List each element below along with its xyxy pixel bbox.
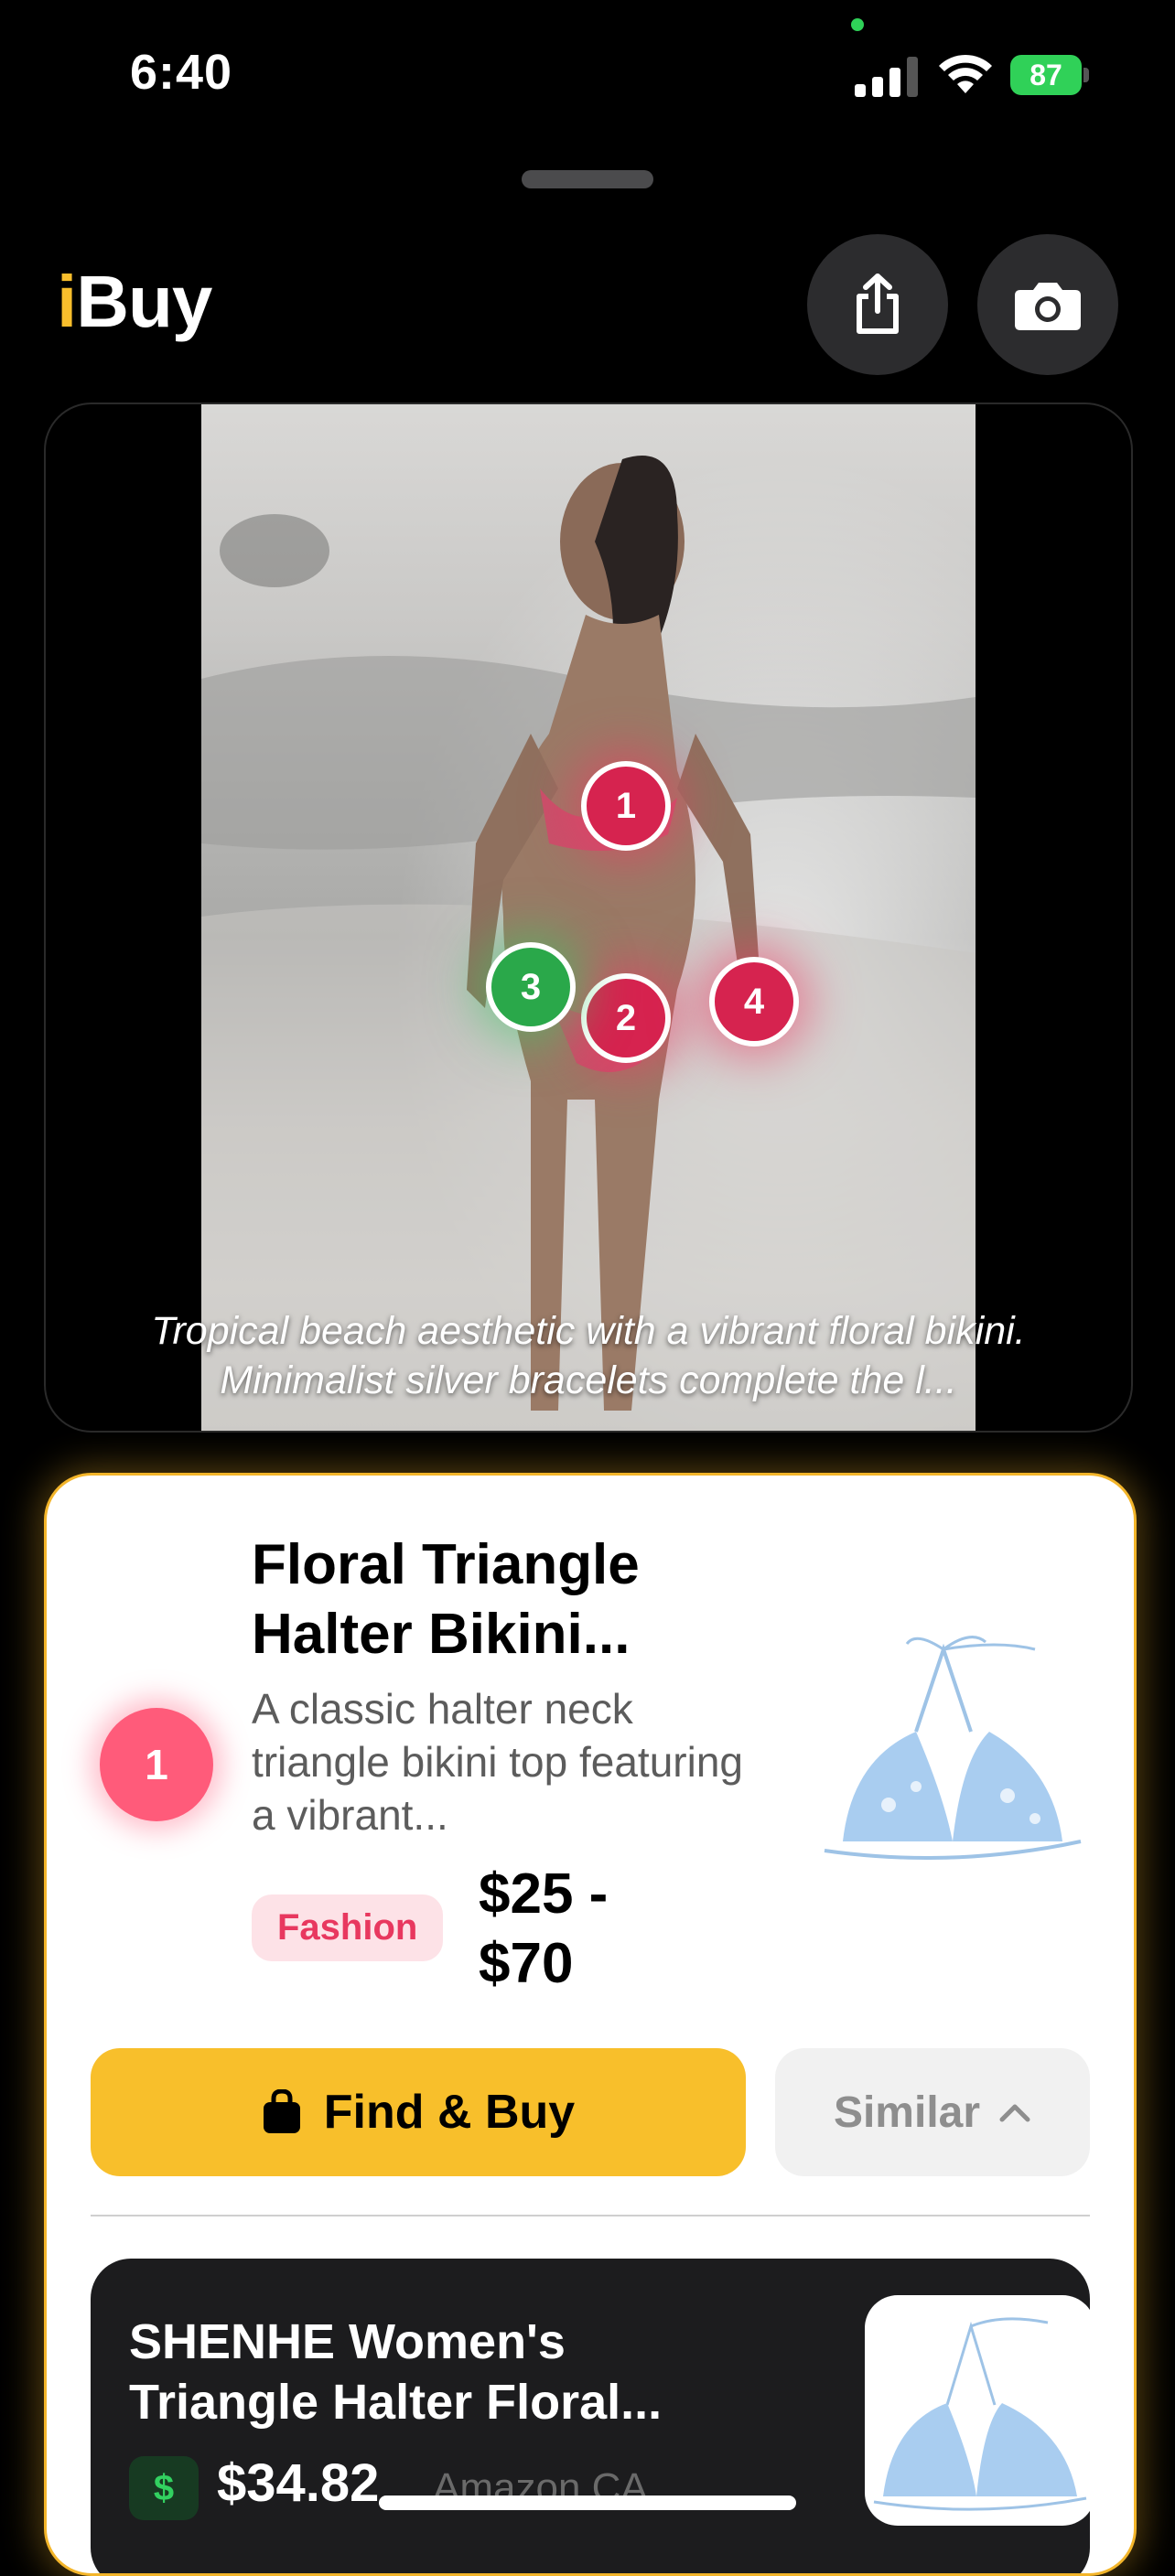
similar-label: Similar — [833, 2088, 981, 2137]
home-indicator[interactable] — [379, 2496, 796, 2510]
scanned-photo — [201, 404, 976, 1431]
battery-level: 87 — [1010, 55, 1082, 95]
result-bikini-image — [873, 2317, 1087, 2511]
share-button[interactable] — [807, 234, 948, 375]
shopping-bag-icon — [263, 2089, 300, 2133]
wifi-icon — [939, 54, 992, 93]
result-price: $34.82 — [217, 2453, 380, 2513]
logo-buy: Buy — [76, 261, 212, 342]
share-icon — [857, 274, 899, 334]
status-time: 6:40 — [130, 45, 233, 100]
hotspot-1[interactable]: 1 — [581, 761, 671, 851]
photo-card[interactable]: 1 2 3 4 Tropical beach aesthetic with a … — [44, 402, 1133, 1433]
product-price-range: $25 - $70 — [479, 1862, 609, 1995]
hotspot-3[interactable]: 3 — [486, 942, 576, 1032]
hotspot-4[interactable]: 4 — [709, 957, 799, 1046]
beach-scene-illustration — [201, 404, 976, 1431]
price-icon: $ — [129, 2456, 199, 2520]
similar-button[interactable]: Similar — [775, 2048, 1090, 2176]
chevron-up-icon — [999, 2104, 1030, 2122]
result-title: SHENHE Women's Triangle Halter Floral... — [129, 2314, 663, 2430]
cellular-signal-icon — [855, 57, 918, 97]
product-description: A classic halter neck triangle bikini to… — [252, 1685, 743, 1839]
app-logo: iBuy — [57, 260, 212, 344]
battery-indicator: 87 — [1010, 55, 1089, 95]
camera-icon — [1015, 283, 1081, 330]
hotspot-2[interactable]: 2 — [581, 973, 671, 1063]
result-item[interactable]: SHENHE Women's Triangle Halter Floral...… — [91, 2259, 1095, 2573]
privacy-indicator — [851, 18, 864, 31]
product-number-badge: 1 — [100, 1708, 213, 1821]
result-thumbnail — [865, 2295, 1095, 2526]
sheet-grabber[interactable] — [522, 170, 653, 188]
logo-i: i — [57, 261, 77, 342]
product-title: Floral Triangle Halter Bikini... — [252, 1533, 640, 1666]
find-and-buy-button[interactable]: Find & Buy — [91, 2048, 746, 2176]
photo-caption: Tropical beach aesthetic with a vibrant … — [151, 1309, 1026, 1402]
product-card[interactable]: 1 Floral Triangle Halter Bikini... A cla… — [44, 1473, 1137, 2576]
bikini-top-image — [824, 1636, 1082, 1860]
find-and-buy-label: Find & Buy — [323, 2086, 576, 2139]
camera-button[interactable] — [977, 234, 1118, 375]
category-badge: Fashion — [252, 1894, 444, 1961]
section-divider — [91, 2215, 1090, 2216]
battery-tip — [1083, 68, 1089, 82]
